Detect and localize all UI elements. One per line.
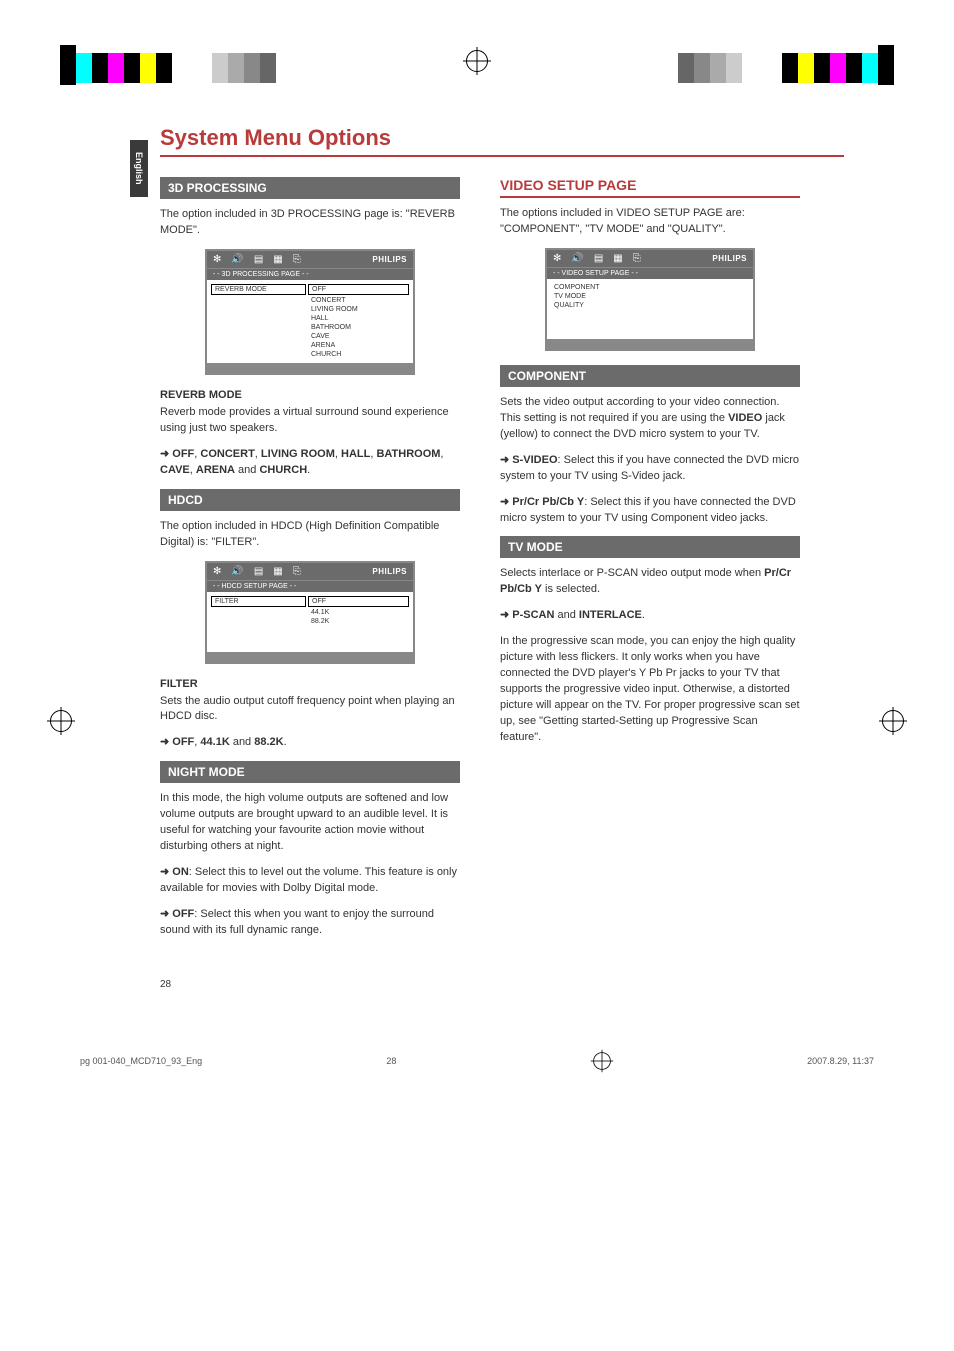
osd-brand: PHILIPS — [372, 567, 407, 576]
reg-left — [60, 50, 276, 85]
body-text: The option included in 3D PROCESSING pag… — [160, 207, 460, 239]
body-text: Sets the audio output cutoff frequency p… — [160, 694, 460, 726]
osd-left-selected: REVERB MODE — [211, 284, 306, 295]
grid-icon: ▦ — [613, 253, 622, 264]
gear-icon: ✻ — [553, 253, 561, 264]
grid-icon: ▦ — [273, 566, 282, 577]
section-3d-processing: 3D PROCESSING — [160, 177, 460, 199]
heading-filter: FILTER — [160, 678, 460, 690]
exit-icon: ⎘ — [293, 566, 301, 577]
heading-reverb-mode: REVERB MODE — [160, 389, 460, 401]
osd-left-selected: FILTER — [211, 596, 306, 607]
language-tab: English — [130, 140, 148, 197]
page-number: 28 — [160, 979, 844, 990]
body-text: Reverb mode provides a virtual surround … — [160, 405, 460, 437]
osd-option: QUALITY — [551, 301, 646, 310]
osd-brand: PHILIPS — [372, 255, 407, 264]
section-component: COMPONENT — [500, 365, 800, 387]
left-column: 3D PROCESSING The option included in 3D … — [160, 177, 460, 949]
osd-icons: ✻ 🔊 ▤ ▦ ⎘ — [213, 566, 301, 577]
option-list: ➜ OFF, 44.1K and 88.2K. — [160, 735, 460, 751]
body-text: The option included in HDCD (High Defini… — [160, 519, 460, 551]
osd-option: TV MODE — [551, 292, 646, 301]
list-icon: ▤ — [254, 254, 263, 265]
crosshair-icon — [466, 50, 488, 72]
osd-option: ARENA — [308, 341, 409, 350]
option-prcr: ➜ Pr/Cr Pb/Cb Y: Select this if you have… — [500, 495, 800, 527]
section-tv-mode: TV MODE — [500, 536, 800, 558]
option-list: ➜ OFF, CONCERT, LIVING ROOM, HALL, BATHR… — [160, 447, 460, 479]
osd-right-selected: OFF — [308, 284, 409, 295]
section-hdcd: HDCD — [160, 489, 460, 511]
osd-brand: PHILIPS — [712, 254, 747, 263]
osd-3d-processing: ✻ 🔊 ▤ ▦ ⎘ PHILIPS - - 3D PROCESSING PAGE… — [205, 249, 415, 375]
osd-icons: ✻ 🔊 ▤ ▦ ⎘ — [553, 253, 641, 264]
osd-right-selected: OFF — [308, 596, 409, 607]
list-icon: ▤ — [254, 566, 263, 577]
gear-icon: ✻ — [213, 566, 221, 577]
footer-date: 2007.8.29, 11:37 — [807, 1056, 874, 1066]
grid-icon: ▦ — [273, 254, 282, 265]
speaker-icon: 🔊 — [231, 566, 243, 577]
heading-video-setup: VIDEO SETUP PAGE — [500, 177, 800, 198]
osd-crumb: - - HDCD SETUP PAGE - - — [207, 580, 413, 592]
osd-option: COMPONENT — [551, 283, 646, 292]
osd-option: LIVING ROOM — [308, 305, 409, 314]
exit-icon: ⎘ — [633, 253, 641, 264]
osd-option: 44.1K — [308, 608, 409, 617]
page-title: System Menu Options — [160, 125, 844, 151]
footer-meta: pg 001-040_MCD710_93_Eng 28 2007.8.29, 1… — [80, 1050, 874, 1072]
registration-marks-top — [0, 0, 954, 85]
body-text: In the progressive scan mode, you can en… — [500, 634, 800, 746]
option-off: ➜ OFF: Select this when you want to enjo… — [160, 907, 460, 939]
body-text: In this mode, the high volume outputs ar… — [160, 791, 460, 855]
osd-hdcd: ✻ 🔊 ▤ ▦ ⎘ PHILIPS - - HDCD SETUP PAGE - … — [205, 561, 415, 664]
title-rule — [160, 155, 844, 157]
osd-option: BATHROOM — [308, 323, 409, 332]
speaker-icon: 🔊 — [231, 254, 243, 265]
option-svideo: ➜ S-VIDEO: Select this if you have conne… — [500, 453, 800, 485]
footer-page: 28 — [386, 1056, 396, 1066]
body-text: Sets the video output according to your … — [500, 395, 800, 443]
crosshair-icon — [593, 1052, 611, 1070]
osd-crumb: - - VIDEO SETUP PAGE - - — [547, 267, 753, 279]
list-icon: ▤ — [594, 253, 603, 264]
option-on: ➜ ON: Select this to level out the volum… — [160, 865, 460, 897]
osd-option: CAVE — [308, 332, 409, 341]
footer-file: pg 001-040_MCD710_93_Eng — [80, 1056, 202, 1066]
osd-option: HALL — [308, 314, 409, 323]
speaker-icon: 🔊 — [571, 253, 583, 264]
osd-video-setup: ✻ 🔊 ▤ ▦ ⎘ PHILIPS - - VIDEO SETUP PAGE -… — [545, 248, 755, 351]
gear-icon: ✻ — [213, 254, 221, 265]
reg-right — [678, 50, 894, 85]
osd-icons: ✻ 🔊 ▤ ▦ ⎘ — [213, 254, 301, 265]
option-list: ➜ P-SCAN and INTERLACE. — [500, 608, 800, 624]
exit-icon: ⎘ — [293, 254, 301, 265]
section-night-mode: NIGHT MODE — [160, 761, 460, 783]
osd-option: 88.2K — [308, 617, 409, 626]
body-text: The options included in VIDEO SETUP PAGE… — [500, 206, 800, 238]
osd-crumb: - - 3D PROCESSING PAGE - - — [207, 268, 413, 280]
right-column: VIDEO SETUP PAGE The options included in… — [500, 177, 800, 949]
body-text: Selects interlace or P-SCAN video output… — [500, 566, 800, 598]
osd-option: CONCERT — [308, 296, 409, 305]
osd-option: CHURCH — [308, 350, 409, 359]
